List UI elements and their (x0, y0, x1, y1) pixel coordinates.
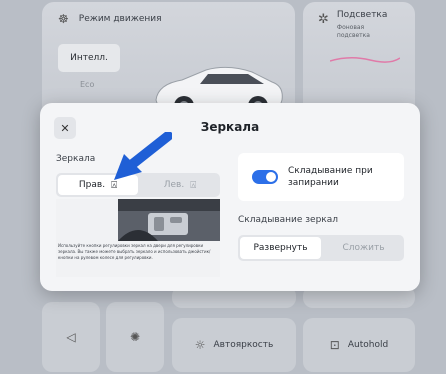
sun-icon: ✲ (318, 12, 329, 27)
fold-mirrors-label: Складывание зеркал (238, 215, 339, 225)
eco-mode-label[interactable]: Eco (80, 80, 94, 89)
mirrors-dialog: ✕ Зеркала Зеркала Прав. ⍓ Лев. ⍓ Использ… (40, 103, 420, 291)
unfold-option[interactable]: Развернуть (240, 237, 321, 259)
dialog-title: Зеркала (200, 120, 260, 134)
mirror-preview: Используйте кнопки регулировки зеркал на… (56, 199, 220, 277)
speaker-icon: ◁ (66, 330, 76, 344)
mirrors-section-label: Зеркала (56, 154, 96, 164)
auto-brightness-label: Автояркость (213, 340, 274, 350)
drive-mode-label: Режим движения (78, 14, 162, 24)
lighting-title: Подсветка (336, 10, 388, 20)
mirror-right-label: Прав. (78, 180, 106, 190)
auto-brightness-tile[interactable]: ☼ Автояркость (172, 318, 296, 372)
fold-option[interactable]: Сложить (323, 235, 404, 261)
arrow-pointer (114, 132, 172, 180)
lighting-row: ✲ Подсветка Фоновая подсветка (318, 10, 387, 40)
steering-icon: ☸ (58, 12, 69, 26)
autohold-label: Autohold (347, 340, 389, 350)
autohold-tile[interactable]: ⊡ Autohold (303, 318, 415, 372)
intel-mode-button[interactable]: Интелл. (58, 44, 120, 72)
brightness-tile[interactable]: ✺ (106, 302, 164, 372)
ambient-light-wave (330, 57, 400, 63)
brightness-icon: ✺ (129, 330, 141, 344)
fold-mirrors-selector: Развернуть Сложить (238, 235, 404, 261)
fold-on-lock-label: Складывание при запирании (288, 166, 373, 188)
volume-tile[interactable]: ◁ (42, 302, 100, 372)
mirror-left-icon: ⍓ (190, 179, 197, 191)
autohold-icon: ⊡ (329, 338, 340, 352)
preview-description: Используйте кнопки регулировки зеркал на… (58, 243, 211, 260)
lighting-subtitle-2: подсветка (336, 32, 370, 39)
auto-brightness-icon: ☼ (194, 338, 206, 352)
lighting-subtitle-1: Фоновая (336, 24, 365, 31)
drive-mode-row: ☸ Режим движения (58, 12, 162, 26)
fold-on-lock-toggle[interactable] (252, 170, 278, 184)
fold-on-lock-card[interactable]: Складывание при запирании (238, 153, 404, 201)
mirror-control-photo (118, 199, 220, 241)
